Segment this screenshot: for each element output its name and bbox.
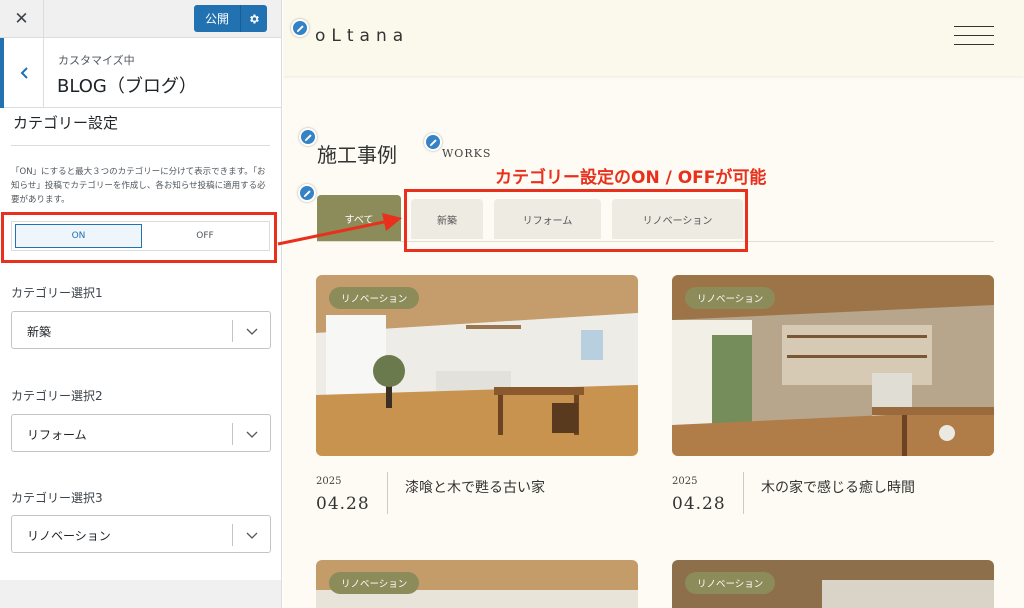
annotation-arrow [277,213,402,246]
